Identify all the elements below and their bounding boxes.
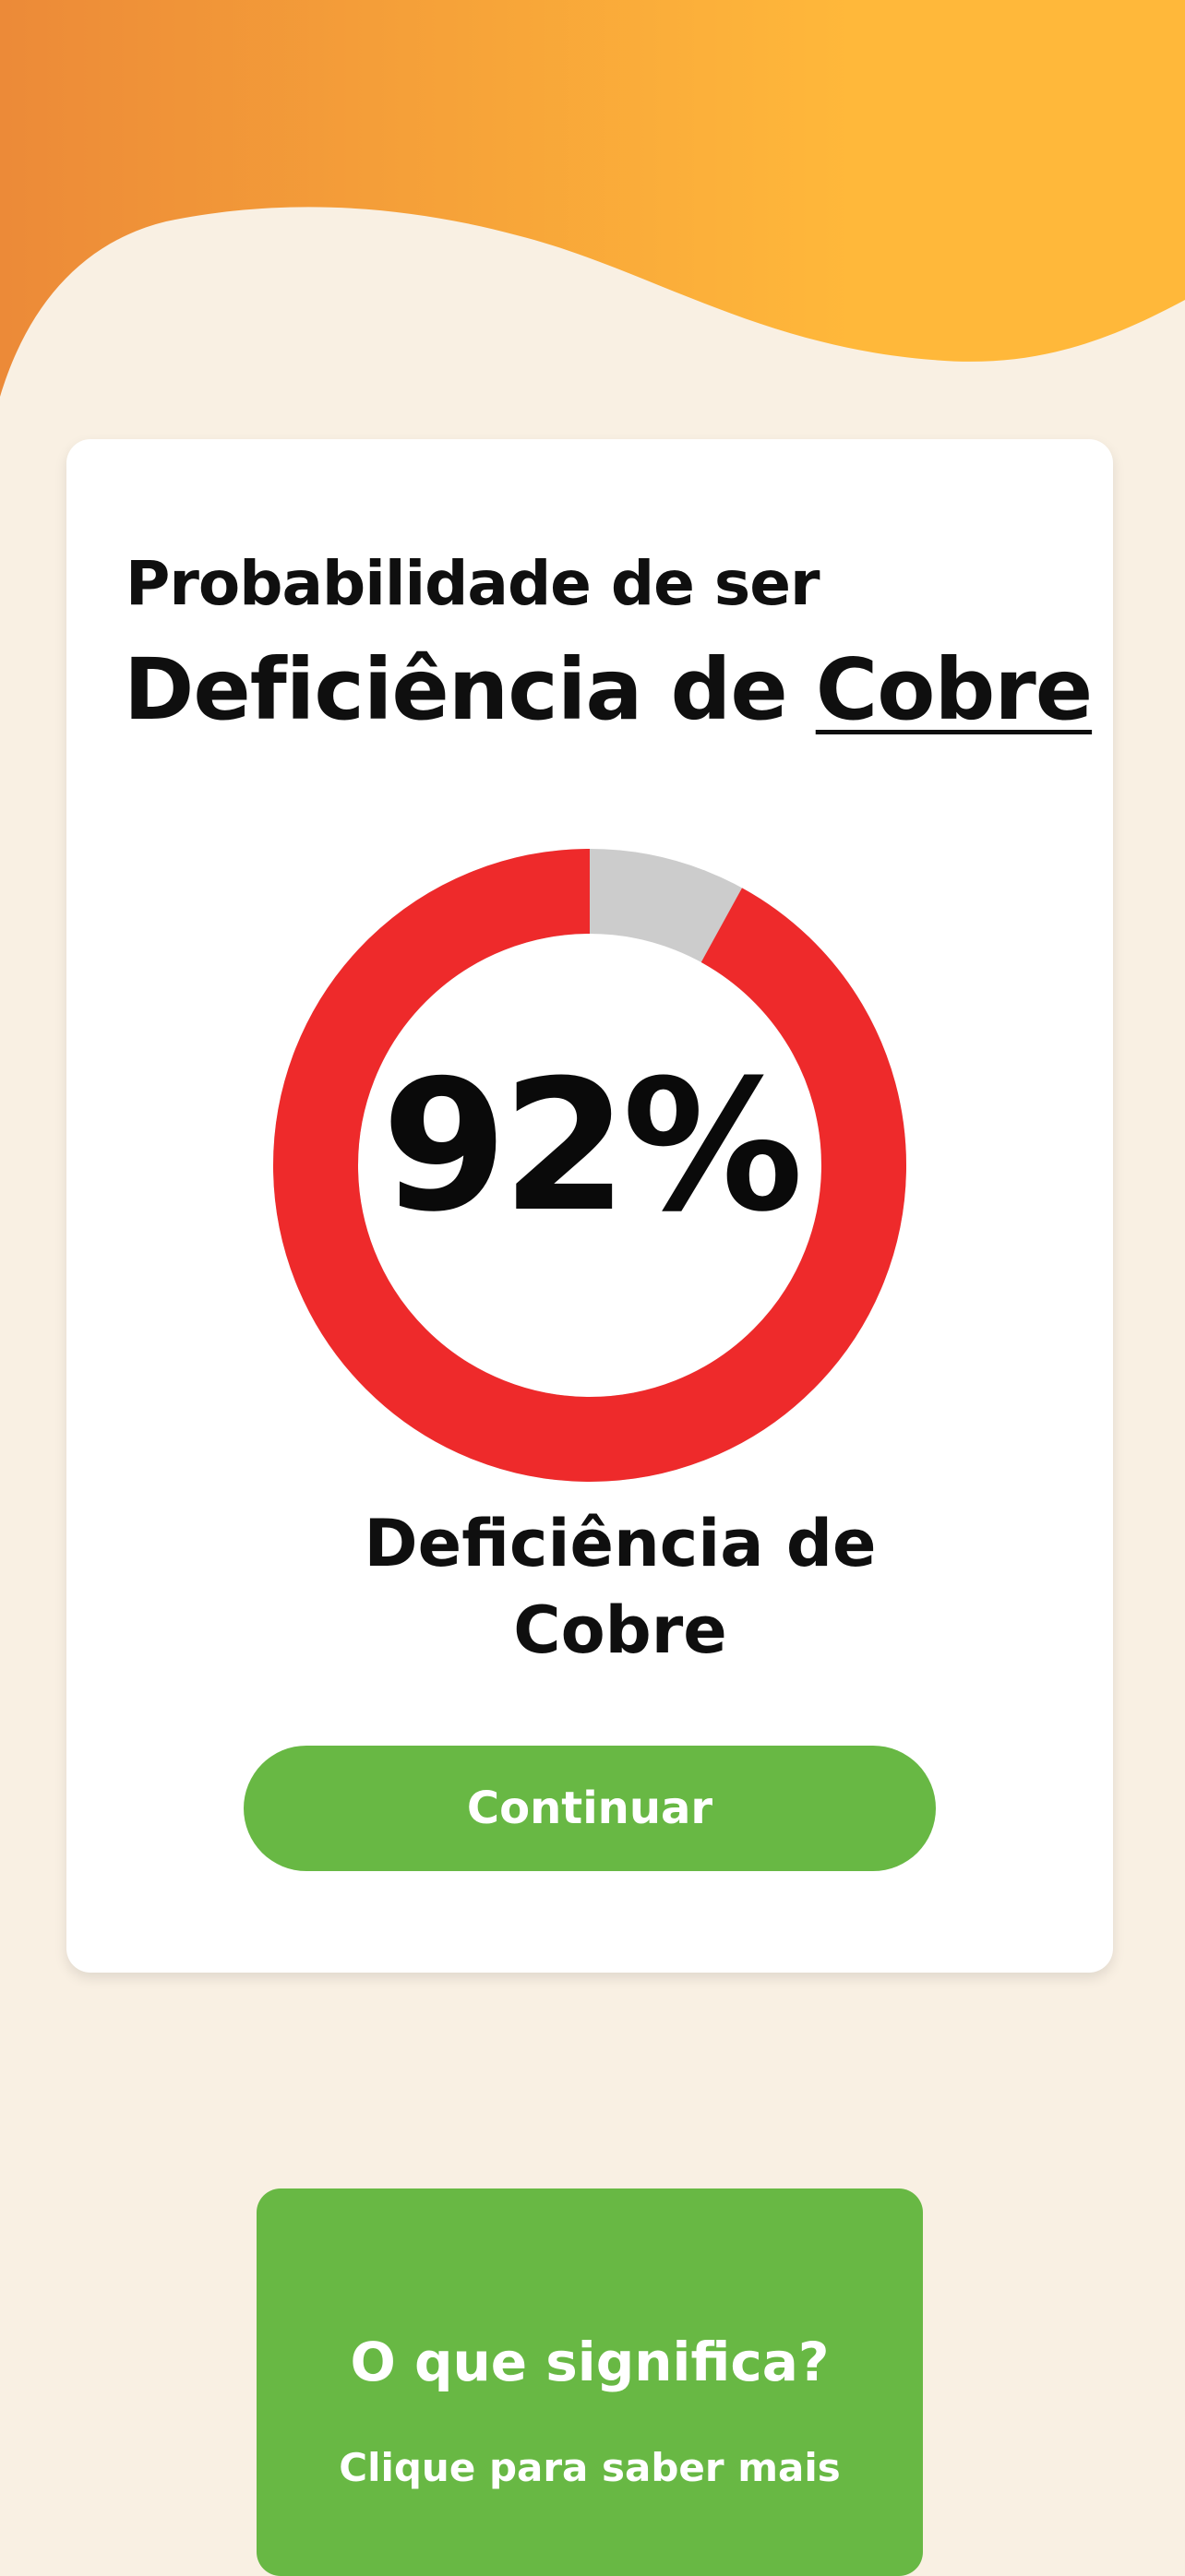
info-title: O que significa? [350, 2331, 830, 2393]
continue-button[interactable]: Continuar [244, 1746, 936, 1871]
card-subtitle: Probabilidade de ser [126, 548, 820, 619]
probability-donut-chart: 92% [273, 849, 906, 1482]
card-title-highlight: Cobre [815, 640, 1093, 739]
result-label-line1: Deficiência de [364, 1506, 877, 1581]
learn-more-box[interactable]: O que significa? Clique para saber mais [257, 2188, 923, 2576]
header-wave-decoration [0, 0, 1185, 397]
card-title-prefix: Deficiência de [124, 640, 816, 739]
result-label: Deficiência de Cobre [251, 1500, 989, 1674]
info-subtitle: Clique para saber mais [339, 2445, 841, 2490]
result-card: Probabilidade de ser Deficiência de Cobr… [66, 439, 1113, 1973]
card-title: Deficiência de Cobre [124, 640, 1093, 739]
result-label-line2: Cobre [513, 1592, 727, 1668]
probability-value: 92% [381, 1042, 803, 1252]
